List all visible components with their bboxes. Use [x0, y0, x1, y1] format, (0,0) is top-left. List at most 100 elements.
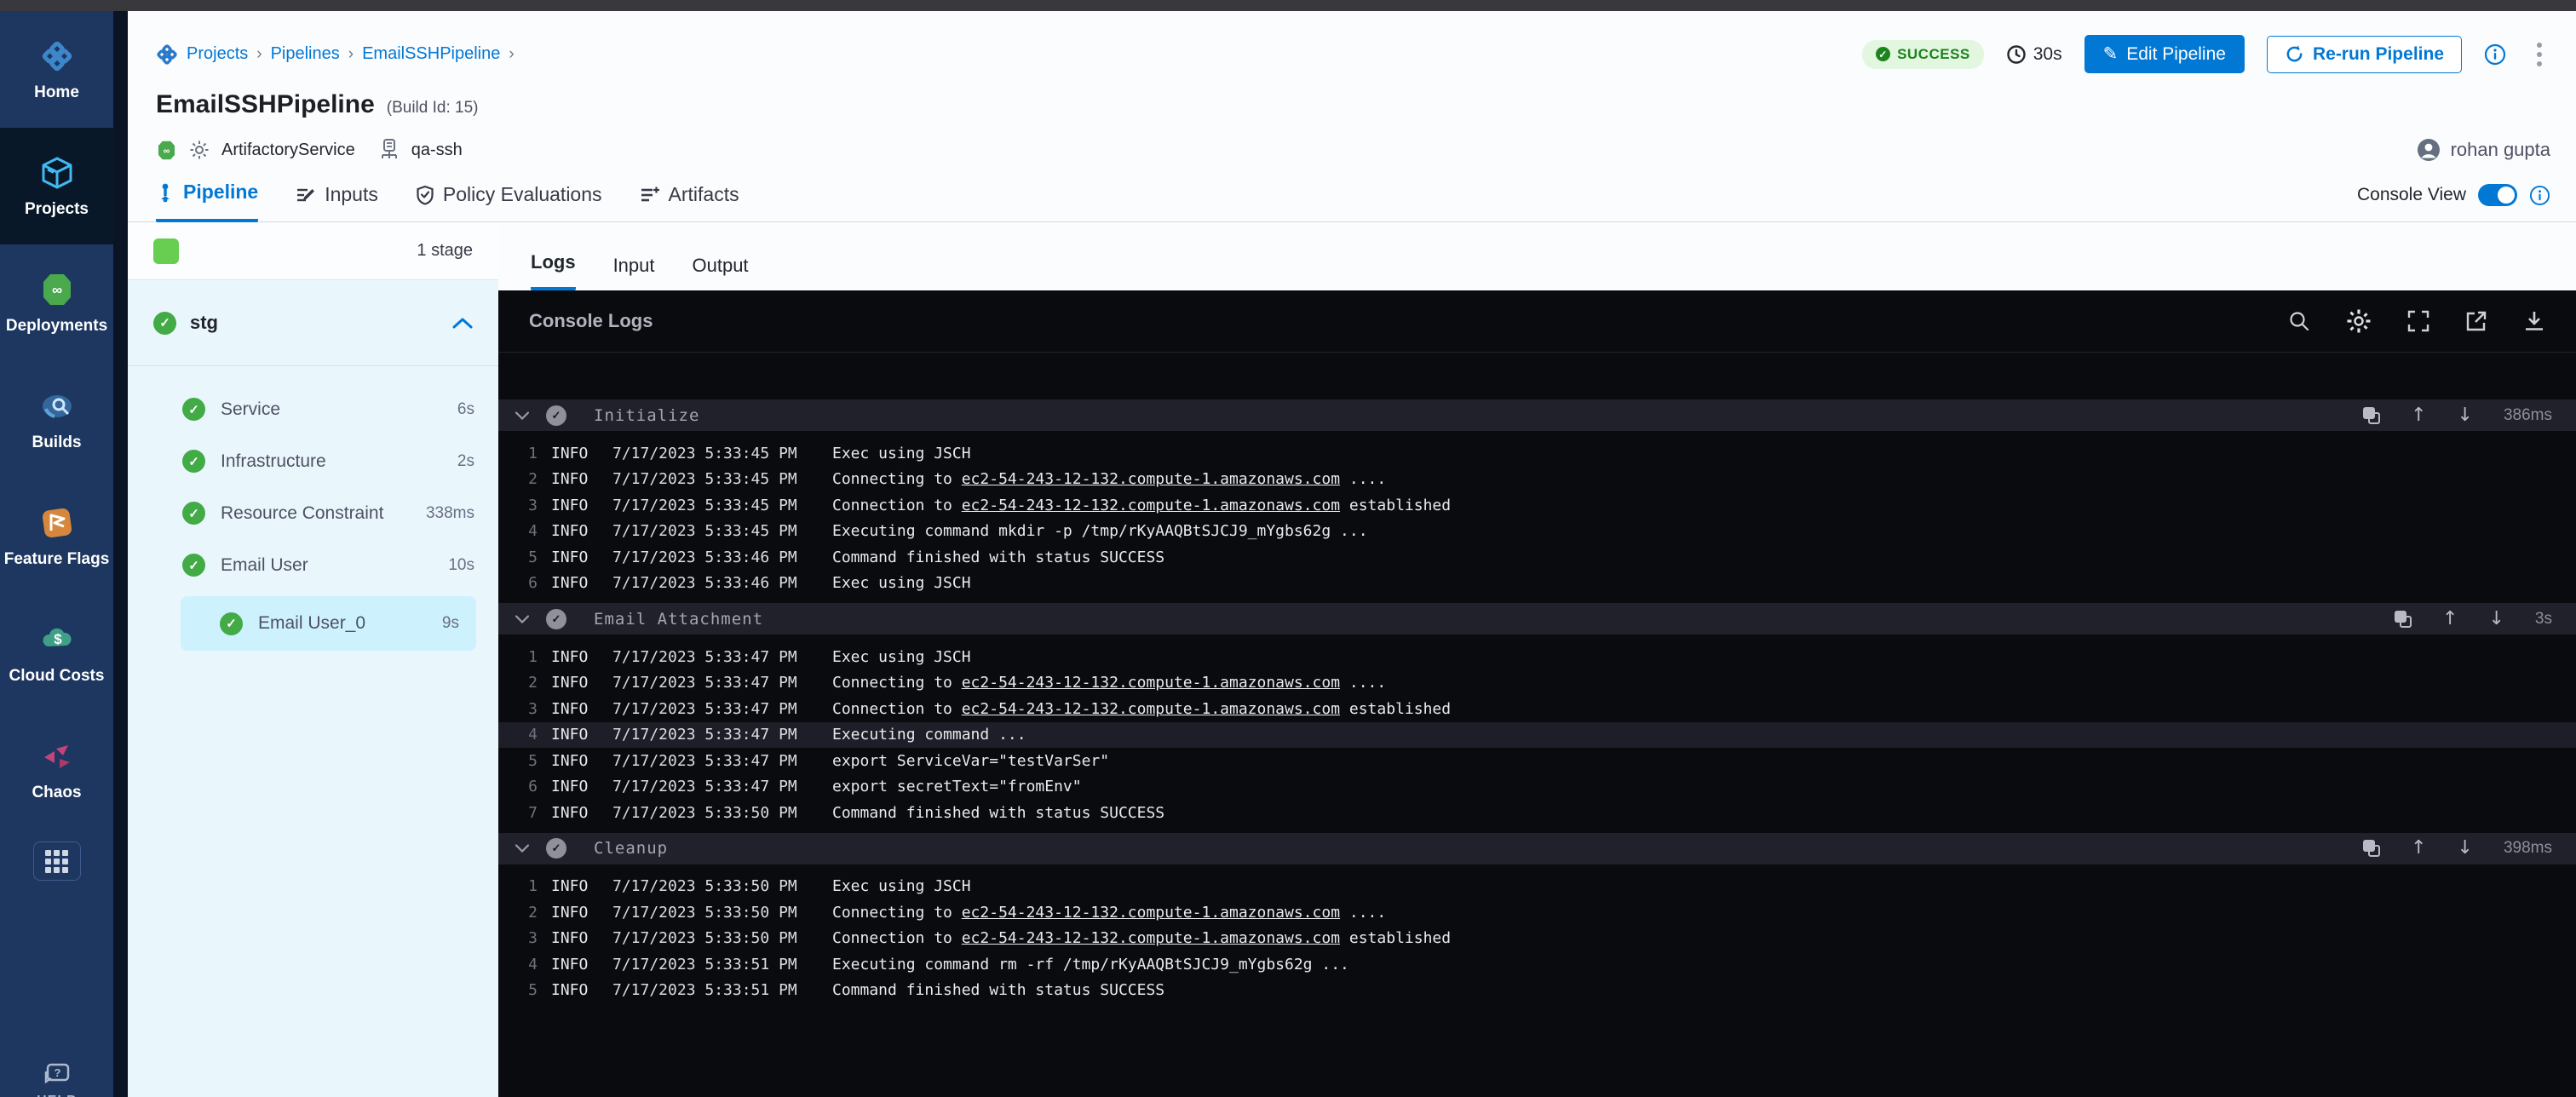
apps-grid-icon [45, 850, 68, 873]
log-link[interactable]: ec2-54-243-12-132.compute-1.amazonaws.co… [962, 497, 1340, 514]
scroll-down-icon[interactable]: ↓ [2458, 406, 2473, 425]
sidebar-item-chaos[interactable]: Chaos [0, 711, 113, 828]
scroll-up-icon[interactable]: ↑ [2442, 610, 2458, 629]
stage-row-stg[interactable]: ✓ stg [128, 280, 498, 365]
step-duration: 9s [442, 614, 459, 633]
stage-name: stg [190, 312, 218, 334]
cloud-costs-icon: $ [38, 621, 76, 658]
log-line: 7INFO7/17/2023 5:33:50 PMCommand finishe… [498, 800, 2576, 826]
console-view-info-icon[interactable] [2529, 185, 2550, 206]
sidebar-item-builds[interactable]: Builds [0, 361, 113, 478]
tab-pipeline[interactable]: Pipeline [156, 181, 258, 222]
log-line: 3INFO7/17/2023 5:33:45 PMConnection to e… [498, 492, 2576, 519]
scroll-down-icon[interactable]: ↓ [2458, 839, 2473, 858]
svg-text:?: ? [54, 1066, 61, 1079]
window-top-strip [0, 0, 2576, 11]
rerun-pipeline-button[interactable]: Re-run Pipeline [2267, 36, 2462, 73]
info-icon[interactable] [2484, 43, 2506, 66]
log-timestamp: 7/17/2023 5:33:46 PM [612, 548, 803, 566]
breadcrumb-pipeline-name[interactable]: EmailSSHPipeline [362, 44, 500, 64]
chevron-up-icon[interactable] [452, 317, 473, 329]
log-section-header[interactable]: ✓Initialize↑↓386ms [498, 399, 2576, 431]
log-level: INFO [551, 877, 595, 895]
step-success-icon: ✓ [182, 554, 205, 577]
step-row-service[interactable]: ✓ Service 6s [128, 383, 498, 435]
copy-logs-icon[interactable] [2395, 611, 2412, 628]
pipeline-tabs: Pipeline Inputs Policy Evaluations Artif… [156, 181, 739, 221]
edit-pipeline-button[interactable]: ✎ Edit Pipeline [2084, 35, 2245, 73]
service-name[interactable]: ArtifactoryService [221, 141, 355, 160]
breadcrumb-projects[interactable]: Projects [187, 44, 248, 64]
log-level: INFO [551, 674, 595, 692]
log-link[interactable]: ec2-54-243-12-132.compute-1.amazonaws.co… [962, 904, 1340, 922]
step-row-email-user-0[interactable]: ✓ Email User_0 9s [181, 596, 476, 651]
deployments-cd-icon: ∞ [38, 271, 76, 308]
tab-inputs[interactable]: Inputs [296, 183, 378, 221]
breadcrumb-pipelines[interactable]: Pipelines [271, 44, 340, 64]
log-timestamp: 7/17/2023 5:33:47 PM [612, 726, 803, 744]
sidebar-edge-strip [113, 11, 128, 1097]
log-link[interactable]: ec2-54-243-12-132.compute-1.amazonaws.co… [962, 470, 1340, 488]
scroll-down-icon[interactable]: ↓ [2488, 610, 2504, 629]
log-timestamp: 7/17/2023 5:33:50 PM [612, 904, 803, 922]
svg-text:$: $ [54, 631, 62, 647]
open-in-new-icon[interactable] [2465, 310, 2487, 332]
step-row-email-user[interactable]: ✓ Email User 10s [128, 539, 498, 591]
log-level: INFO [551, 904, 595, 922]
step-row-resource-constraint[interactable]: ✓ Resource Constraint 338ms [128, 487, 498, 539]
log-level: INFO [551, 574, 595, 592]
sidebar-item-cloud-costs[interactable]: $ Cloud Costs [0, 594, 113, 711]
tab-artifacts[interactable]: Artifacts [640, 183, 739, 221]
sidebar-item-feature-flags[interactable]: Feature Flags [0, 478, 113, 594]
chevron-down-icon[interactable] [515, 615, 529, 623]
tab-policy-evaluations[interactable]: Policy Evaluations [416, 183, 602, 221]
log-line-number: 5 [515, 981, 538, 999]
log-link[interactable]: ec2-54-243-12-132.compute-1.amazonaws.co… [962, 700, 1340, 718]
log-link[interactable]: ec2-54-243-12-132.compute-1.amazonaws.co… [962, 674, 1340, 692]
log-line-number: 4 [515, 956, 538, 974]
tab-output[interactable]: Output [693, 255, 749, 290]
sidebar-item-deployments[interactable]: ∞ Deployments [0, 244, 113, 361]
console-logs-header: Console Logs [498, 290, 2576, 353]
console-view-toggle[interactable] [2478, 184, 2517, 206]
chevron-down-icon[interactable] [515, 844, 529, 853]
scroll-up-icon[interactable]: ↑ [2411, 406, 2426, 425]
fullscreen-icon[interactable] [2407, 310, 2429, 332]
log-scroll[interactable]: ✓Initialize↑↓386ms1INFO7/17/2023 5:33:45… [498, 353, 2576, 1097]
log-line-number: 5 [515, 752, 538, 770]
more-options-menu[interactable] [2528, 39, 2550, 70]
step-success-icon: ✓ [182, 450, 205, 473]
log-level: INFO [551, 470, 595, 488]
log-message: Executing command mkdir -p /tmp/rKyAAQBt… [832, 522, 1368, 540]
log-level: INFO [551, 956, 595, 974]
log-settings-gear-icon[interactable] [2346, 308, 2372, 334]
breadcrumb-separator: › [256, 45, 262, 64]
copy-logs-icon[interactable] [2363, 407, 2380, 424]
log-search-icon[interactable] [2288, 310, 2310, 332]
sidebar-item-projects[interactable]: Projects [0, 128, 113, 244]
help-button[interactable]: ? HELP [0, 1063, 113, 1097]
infrastructure-name[interactable]: qa-ssh [411, 141, 463, 160]
sidebar-item-home[interactable]: Home [0, 11, 113, 128]
copy-logs-icon[interactable] [2363, 840, 2380, 857]
log-level: INFO [551, 804, 595, 822]
log-section-header[interactable]: ✓Cleanup↑↓398ms [498, 833, 2576, 864]
log-line: 3INFO7/17/2023 5:33:47 PMConnection to e… [498, 696, 2576, 722]
tab-input[interactable]: Input [613, 255, 655, 290]
log-line: 6INFO7/17/2023 5:33:46 PMExec using JSCH [498, 571, 2576, 597]
scroll-up-icon[interactable]: ↑ [2411, 839, 2426, 858]
chevron-down-icon[interactable] [515, 411, 529, 420]
log-level: INFO [551, 726, 595, 744]
module-grid-button[interactable] [33, 841, 81, 881]
log-link[interactable]: ec2-54-243-12-132.compute-1.amazonaws.co… [962, 929, 1340, 947]
edit-pipeline-label: Edit Pipeline [2126, 44, 2226, 65]
log-section-header[interactable]: ✓Email Attachment↑↓3s [498, 603, 2576, 635]
step-name: Email User_0 [258, 613, 365, 634]
log-line-number: 1 [515, 648, 538, 666]
step-row-infrastructure[interactable]: ✓ Infrastructure 2s [128, 435, 498, 487]
log-timestamp: 7/17/2023 5:33:50 PM [612, 929, 803, 947]
tab-logs[interactable]: Logs [531, 251, 576, 290]
rerun-pipeline-label: Re-run Pipeline [2313, 44, 2444, 65]
section-success-icon: ✓ [546, 838, 566, 859]
download-logs-icon[interactable] [2523, 310, 2545, 332]
